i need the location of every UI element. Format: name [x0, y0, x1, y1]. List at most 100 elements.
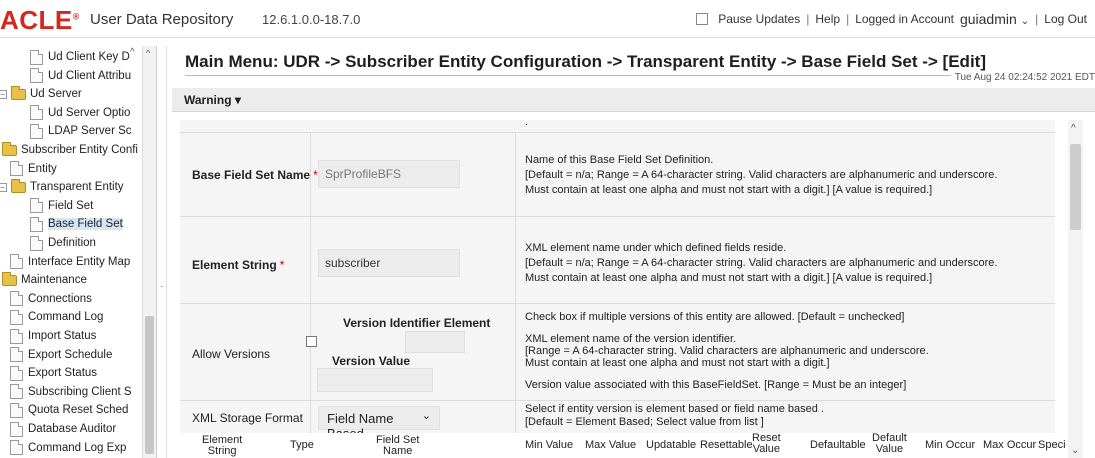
content-scrollbar[interactable]: ^ ⌄	[1068, 120, 1083, 458]
app-title: User Data Repository	[90, 11, 234, 28]
sidebar-item[interactable]: Subscriber Entity Confi	[2, 141, 138, 159]
description-line: [Range = A 64-character string. Valid ch…	[525, 345, 929, 357]
document-icon	[10, 291, 23, 307]
sidebar-item-label: Subscribing Client S	[28, 385, 132, 398]
required-mark: *	[279, 258, 285, 272]
timestamp: Tue Aug 24 02:24:52 2021 EDT	[950, 72, 1095, 83]
separator: |	[1035, 12, 1039, 26]
sidebar-item[interactable]: LDAP Server Sc	[30, 122, 132, 140]
sidebar-scrollbar[interactable]: ^	[142, 46, 156, 458]
element-string-description: XML element name under which defined fie…	[525, 241, 997, 286]
description-line: Check box if multiple versions of this e…	[525, 311, 905, 323]
base-field-set-name-input[interactable]: SprProfileBFS	[318, 160, 460, 188]
sidebar-item-label: Database Auditor	[28, 423, 117, 435]
sidebar-item[interactable]: Subscribing Client S	[10, 383, 132, 401]
user-menu[interactable]: guiadmin ⌄	[960, 11, 1029, 27]
column-divider	[310, 401, 311, 434]
sidebar-item[interactable]: Quota Reset Sched	[10, 401, 128, 419]
sidebar-item-label: Ud Client Key D	[48, 51, 130, 63]
sidebar-item[interactable]: − Ud Server	[0, 85, 82, 103]
sidebar-item-label: Transparent Entity	[30, 181, 124, 194]
version-identifier-label: Version Identifier Element	[343, 316, 491, 330]
column-divider	[515, 304, 516, 401]
sidebar-scroll-thumb[interactable]	[145, 316, 154, 454]
separator: |	[846, 12, 850, 26]
pause-updates-checkbox[interactable]	[696, 13, 709, 25]
th-element-string: Element String	[202, 435, 242, 457]
th-special: Speci	[1038, 439, 1066, 451]
collapse-icon[interactable]: −	[0, 89, 7, 99]
document-icon	[10, 384, 23, 400]
version-identifier-input[interactable]	[405, 331, 465, 353]
field-table-header: Element String Type Field Set Name Min Val…	[180, 433, 1066, 458]
sidebar-item[interactable]: Maintenance	[2, 271, 87, 289]
form-row-xml-storage-format: XML Storage Format Field Name Based ⌄ Se…	[180, 400, 1055, 441]
description-line: [Default = n/a; Range = A 64-character s…	[525, 169, 998, 181]
description-line: Version value associated with this BaseF…	[525, 379, 907, 391]
splitter-handle-icon[interactable]: ·	[160, 281, 163, 292]
document-icon	[10, 328, 23, 344]
folder-icon	[11, 85, 26, 100]
scroll-up-icon[interactable]: ^	[1071, 123, 1076, 134]
brand-logo: ACLE®	[0, 5, 80, 36]
th-line: String	[207, 445, 237, 457]
document-icon	[30, 216, 43, 232]
pause-updates-label[interactable]: Pause Updates	[718, 12, 800, 26]
sidebar-item-label: Export Status	[28, 367, 98, 380]
sidebar-item[interactable]: Ud Client Attribu	[30, 67, 131, 85]
th-line: Name	[383, 445, 413, 457]
sidebar-item-label: Base Field Set	[48, 218, 123, 231]
allow-versions-checkbox[interactable]	[306, 336, 317, 347]
sidebar-item[interactable]: Field Set	[30, 197, 93, 215]
base-field-set-name-description: Name of this Base Field Set Definition. …	[525, 153, 997, 198]
sidebar-item[interactable]: Import Status	[10, 327, 96, 345]
column-divider	[310, 304, 311, 401]
folder-icon	[11, 178, 26, 193]
sidebar-item[interactable]: Database Auditor	[10, 420, 116, 438]
tree-scroll-up-icon[interactable]: ^	[130, 47, 135, 58]
element-string-input[interactable]: subscriber	[318, 249, 460, 277]
chevron-down-icon: ⌄	[421, 410, 431, 422]
sidebar-item-label: Interface Entity Map	[28, 255, 131, 268]
pane-splitter[interactable]: ·	[157, 46, 167, 458]
sidebar-item-label: Ud Client Attribu	[48, 69, 132, 82]
th-default-value: Default Value	[872, 433, 907, 455]
form-row-partial: .	[180, 120, 1055, 132]
sidebar-item[interactable]: Base Field Set	[30, 215, 123, 233]
sidebar-item[interactable]: Interface Entity Map	[10, 253, 130, 271]
partial-text: .	[525, 120, 529, 128]
content-scroll-thumb[interactable]	[1070, 144, 1081, 230]
collapse-icon[interactable]: −	[0, 182, 7, 192]
description-line: [Default = n/a; Range = A 64-character s…	[525, 257, 998, 269]
sidebar-item-label: Quota Reset Sched	[28, 404, 129, 417]
xml-storage-format-select[interactable]: Field Name Based ⌄	[318, 406, 440, 441]
logout-link[interactable]: Log Out	[1044, 12, 1087, 26]
th-line: Value	[875, 443, 904, 455]
sidebar-item[interactable]: − Transparent Entity	[0, 178, 124, 196]
sidebar-item[interactable]: Command Log	[10, 308, 103, 326]
separator: |	[806, 12, 810, 26]
sidebar-item[interactable]: Ud Client Key D	[30, 48, 130, 66]
app-version: 12.6.1.0.0-18.7.0	[262, 12, 361, 27]
document-icon	[30, 235, 43, 251]
sidebar-item[interactable]: Entity	[10, 160, 57, 178]
sidebar-item-label: Ud Server Optio	[48, 106, 131, 119]
description-line: Select if entity version is element base…	[525, 403, 824, 415]
warning-menu[interactable]: Warning ▾	[184, 93, 241, 107]
sidebar-item[interactable]: Export Status	[10, 364, 97, 382]
sidebar-item[interactable]: Command Log Exp	[10, 439, 126, 457]
sidebar-item[interactable]: Connections	[10, 290, 92, 308]
column-divider	[515, 217, 516, 304]
sidebar-item[interactable]: Definition	[30, 234, 96, 252]
scroll-down-icon[interactable]: ⌄	[1071, 445, 1079, 456]
sidebar-item[interactable]: Ud Server Optio	[30, 104, 130, 122]
warning-menu-label: Warning	[184, 93, 232, 107]
help-link[interactable]: Help	[815, 12, 840, 26]
toolbar: Warning ▾	[172, 88, 1095, 112]
th-min-occur: Min Occur	[925, 439, 976, 451]
sidebar-item[interactable]: Export Schedule	[10, 346, 112, 364]
version-value-input[interactable]	[317, 368, 433, 392]
column-divider	[515, 133, 516, 217]
sidebar-item-label: Export Schedule	[28, 348, 113, 361]
scroll-up-icon[interactable]: ^	[146, 48, 150, 58]
